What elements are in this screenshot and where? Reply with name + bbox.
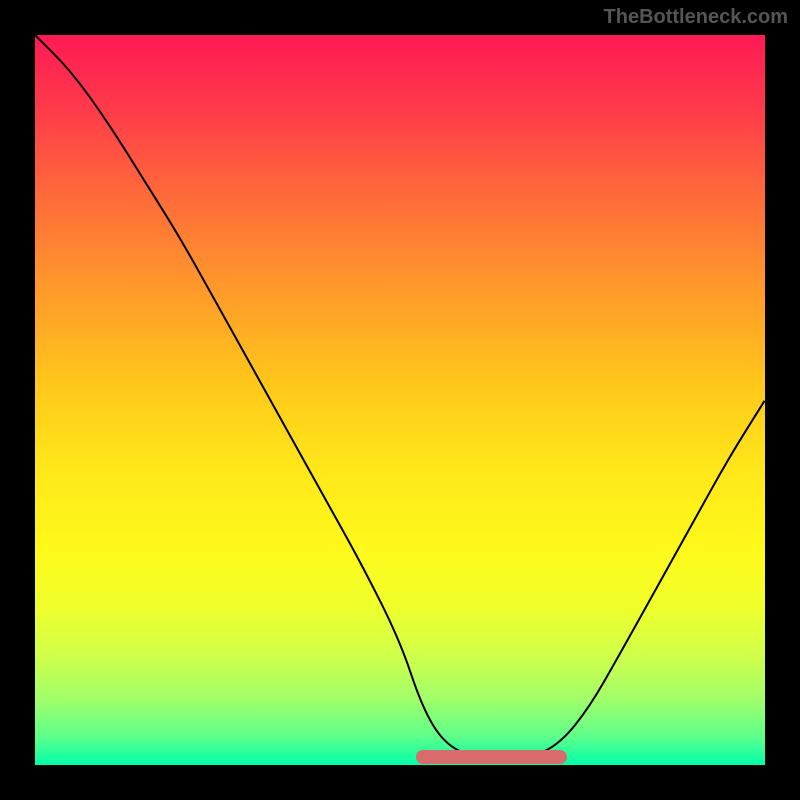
curve-path: [35, 35, 765, 758]
chart-plot-area: [35, 35, 765, 765]
optimal-zone-marker: [416, 750, 567, 764]
chart-curve: [35, 35, 765, 765]
watermark-text: TheBottleneck.com: [604, 6, 788, 29]
